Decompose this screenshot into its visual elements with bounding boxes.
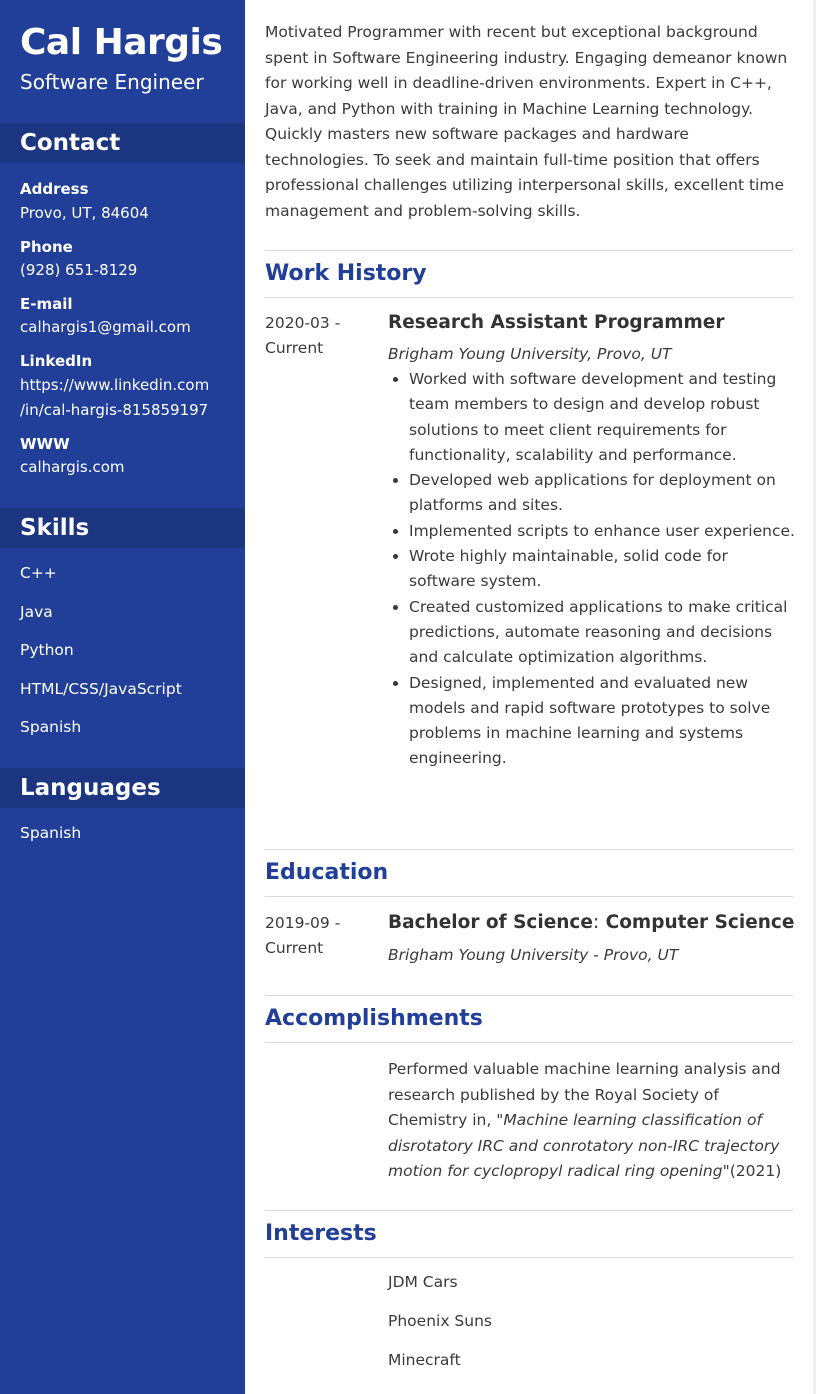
accomplishment-text: Performed valuable machine learning anal… (388, 1057, 798, 1185)
skills-heading: Skills (0, 508, 245, 548)
school: Brigham Young University - Provo, UT (388, 946, 679, 964)
section-divider (265, 297, 793, 298)
list-item: Created customized applications to make … (388, 595, 798, 671)
address-value: Provo, UT, 84604 (20, 204, 149, 222)
www-label: WWW (20, 435, 70, 453)
work-date-end: Current (265, 339, 324, 357)
list-item: Designed, implemented and evaluated new … (388, 671, 798, 772)
sidebar: Cal Hargis Software Engineer Contact Add… (0, 0, 245, 1394)
candidate-title: Software Engineer (20, 70, 204, 94)
phone-value: (928) 651-8129 (20, 261, 138, 279)
employer: Brigham Young University, Provo, UT (388, 345, 672, 363)
work-date: 2020-03 - Current (265, 311, 375, 361)
professional-summary: Motivated Programmer with recent but exc… (265, 23, 788, 220)
interest-item: Minecraft (388, 1351, 461, 1369)
work-history-heading: Work History (265, 261, 427, 286)
education-date: 2019-09 - Current (265, 911, 375, 961)
section-divider (265, 1042, 793, 1043)
section-divider (265, 995, 793, 996)
field-of-study: Computer Science (605, 912, 795, 933)
interest-item: Phoenix Suns (388, 1312, 492, 1330)
languages-heading: Languages (0, 768, 245, 808)
skill-item: HTML/CSS/JavaScript (20, 680, 182, 698)
section-divider (265, 1257, 793, 1258)
section-divider (265, 849, 793, 850)
contact-heading: Contact (0, 123, 245, 163)
phone-label: Phone (20, 238, 73, 256)
education-date-start: 2019-09 - (265, 914, 341, 932)
list-item: Worked with software development and tes… (388, 367, 798, 468)
email-value[interactable]: calhargis1@gmail.com (20, 315, 235, 341)
section-divider (265, 1210, 793, 1211)
linkedin-value-line2[interactable]: /in/cal-hargis-815859197 (20, 398, 235, 424)
work-date-start: 2020-03 - (265, 314, 341, 332)
skill-item: Spanish (20, 718, 82, 736)
linkedin-label: LinkedIn (20, 352, 93, 370)
job-responsibilities: Worked with software development and tes… (388, 367, 798, 772)
address-label: Address (20, 180, 89, 198)
section-divider (265, 896, 793, 897)
accomplishment-suffix: "(2021) (722, 1162, 782, 1180)
accomplishments-heading: Accomplishments (265, 1006, 483, 1031)
list-item: Wrote highly maintainable, solid code fo… (388, 544, 798, 595)
skill-item: C++ (20, 564, 57, 582)
list-item: Implemented scripts to enhance user expe… (388, 519, 798, 544)
education-heading: Education (265, 860, 389, 885)
section-divider (265, 250, 793, 251)
candidate-name: Cal Hargis (20, 22, 223, 63)
resume-page: Cal Hargis Software Engineer Contact Add… (0, 0, 816, 1394)
degree-line: Bachelor of Science: Computer Science (388, 912, 794, 933)
job-title: Research Assistant Programmer (388, 312, 725, 333)
degree: Bachelor of Science (388, 912, 593, 933)
interests-heading: Interests (265, 1221, 377, 1246)
skill-item: Java (20, 603, 53, 621)
degree-separator: : (592, 912, 600, 933)
www-value[interactable]: calhargis.com (20, 455, 235, 481)
skill-item: Python (20, 641, 74, 659)
list-item: Developed web applications for deploymen… (388, 468, 798, 519)
linkedin-value-line1[interactable]: https://www.linkedin.com (20, 373, 235, 399)
education-date-end: Current (265, 939, 324, 957)
language-item: Spanish (20, 824, 82, 842)
email-label: E-mail (20, 295, 73, 313)
interest-item: JDM Cars (388, 1273, 458, 1291)
